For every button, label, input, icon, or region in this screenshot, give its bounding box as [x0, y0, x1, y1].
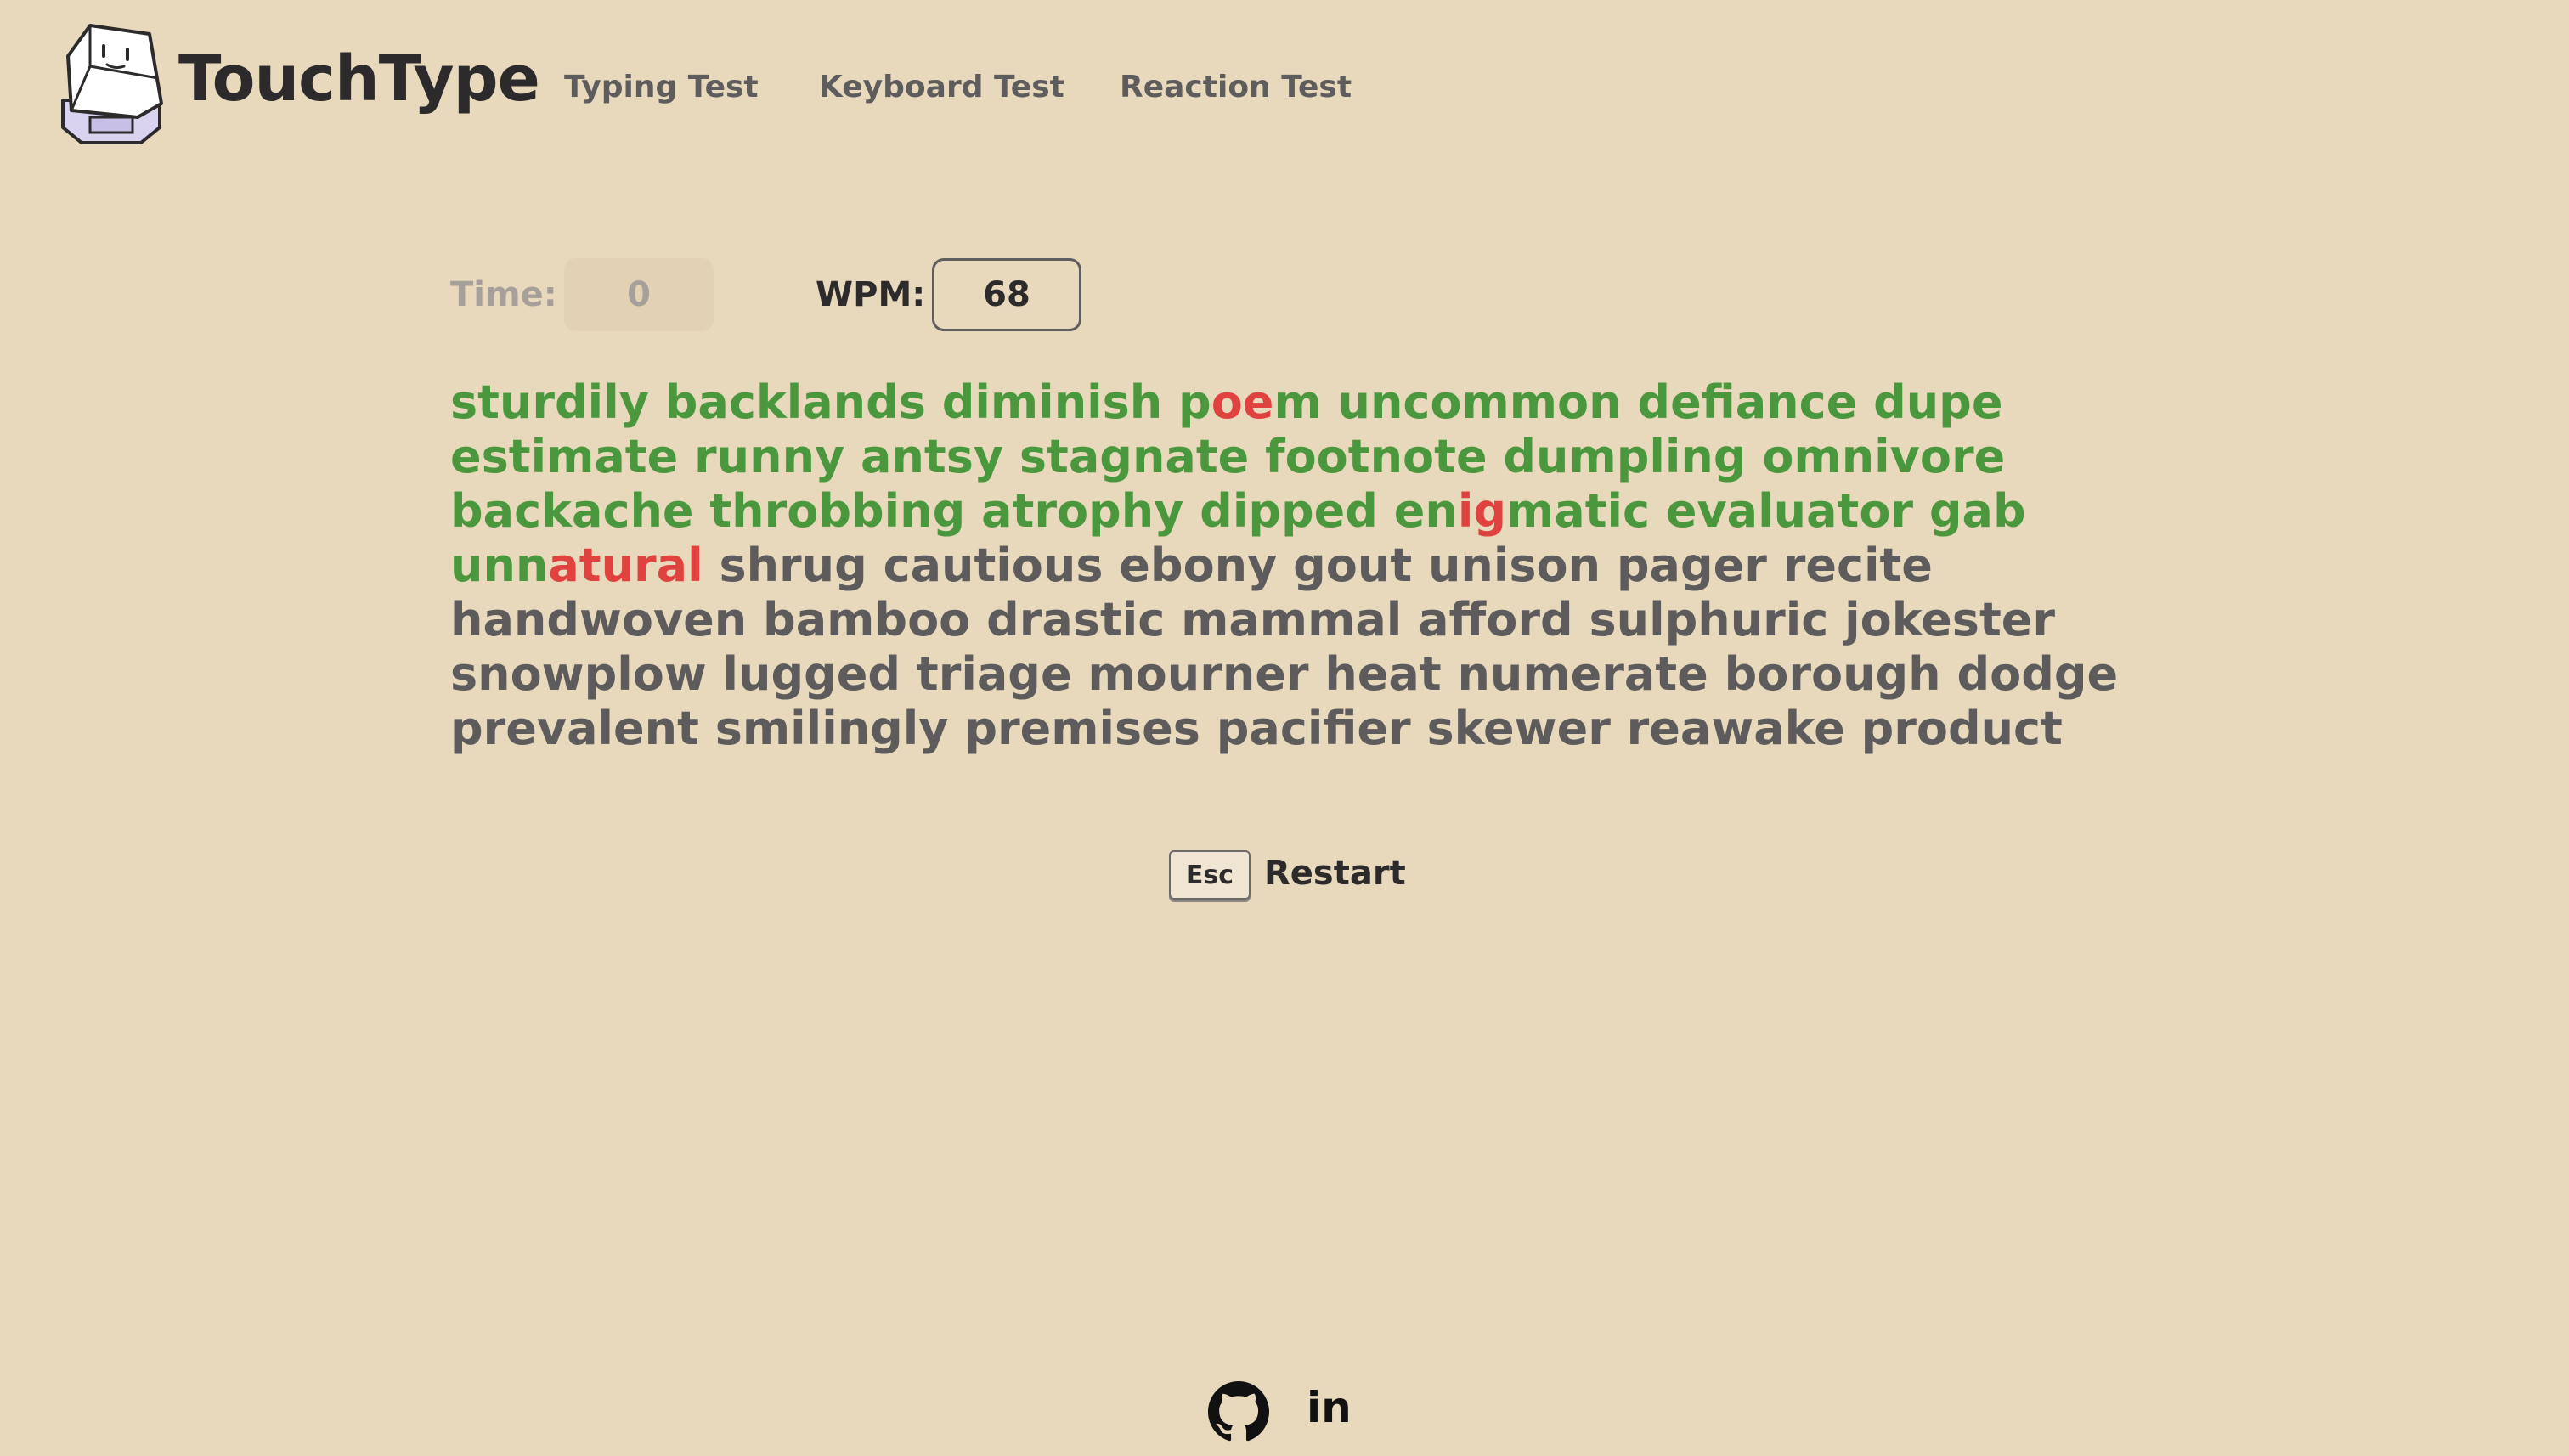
time-value: 0 [564, 258, 714, 331]
word: unnatural [450, 539, 703, 592]
correct-chars: unn [450, 539, 549, 592]
word-line: snowplow lugged triage mourner heat nume… [450, 647, 2149, 702]
word: gout [1293, 539, 1413, 592]
typing-test-page: TouchType Typing Test Keyboard Test Reac… [0, 0, 2569, 1456]
word: premises [964, 702, 1200, 755]
correct-chars: p [1178, 375, 1211, 429]
correct-chars: m [1273, 375, 1322, 429]
word: drastic [986, 593, 1166, 646]
nav-keyboard-test[interactable]: Keyboard Test [819, 70, 1064, 104]
word: runny [694, 430, 845, 483]
word: dupe [1873, 375, 2003, 429]
word: cautious [883, 539, 1104, 592]
word: pacifier [1216, 702, 1411, 755]
word: skewer [1426, 702, 1611, 755]
linkedin-icon[interactable]: in [1307, 1383, 1352, 1432]
word: handwoven [450, 593, 748, 646]
word: defiance [1637, 375, 1858, 429]
word: mourner [1087, 647, 1309, 701]
word: ebony [1119, 539, 1278, 592]
word: evaluator [1665, 484, 1914, 538]
word: unison [1427, 539, 1601, 592]
nav-typing-test[interactable]: Typing Test [564, 70, 759, 104]
keycap-logo-icon[interactable] [56, 22, 167, 146]
word: antsy [861, 430, 1004, 483]
word: atrophy [981, 484, 1184, 538]
word-line: handwoven bamboo drastic mammal afford s… [450, 593, 2149, 647]
word: numerate [1457, 647, 1708, 701]
word: jokester [1844, 593, 2056, 646]
word: throbbing [709, 484, 966, 538]
word: recite [1782, 539, 1933, 592]
word: mammal [1181, 593, 1403, 646]
word: product [1860, 702, 2063, 755]
esc-key-button[interactable]: Esc [1169, 850, 1251, 900]
word: enigmatic [1394, 484, 1650, 538]
word: dodge [1956, 647, 2119, 701]
word: lugged [722, 647, 901, 701]
word: borough [1724, 647, 1941, 701]
word: sulphuric [1589, 593, 1829, 646]
word: poem [1178, 375, 1322, 429]
word: dipped [1200, 484, 1378, 538]
word: footnote [1265, 430, 1488, 483]
word: bamboo [763, 593, 971, 646]
github-icon[interactable] [1208, 1381, 1269, 1442]
word: backlands [664, 375, 926, 429]
correct-chars: matic [1506, 484, 1651, 538]
word: stagnate [1019, 430, 1250, 483]
word: prevalent [450, 702, 699, 755]
word-line: prevalent smilingly premises pacifier sk… [450, 702, 2149, 756]
word-line: estimate runny antsy stagnate footnote d… [450, 430, 2149, 484]
word: smilingly [714, 702, 949, 755]
word-line: unnatural shrug cautious ebony gout unis… [450, 539, 2149, 593]
word: afford [1418, 593, 1573, 646]
word: shrug [719, 539, 867, 592]
word: snowplow [450, 647, 707, 701]
wpm-value: 68 [932, 258, 1081, 331]
word: reawake [1626, 702, 1845, 755]
word: backache [450, 484, 694, 538]
word: diminish [941, 375, 1163, 429]
word: estimate [450, 430, 679, 483]
word: sturdily [450, 375, 649, 429]
word-line: sturdily backlands diminish poem uncommo… [450, 375, 2149, 430]
correct-chars: en [1393, 484, 1458, 538]
word: heat [1324, 647, 1442, 701]
brand-title[interactable]: TouchType [178, 42, 540, 116]
incorrect-chars: oe [1211, 375, 1274, 429]
incorrect-chars: atural [548, 539, 703, 592]
word-line: backache throbbing atrophy dipped enigma… [450, 484, 2149, 539]
word: triage [916, 647, 1072, 701]
time-label: Time: [450, 275, 557, 314]
incorrect-chars: ig [1457, 484, 1506, 538]
word: omnivore [1762, 430, 2006, 483]
word: pager [1616, 539, 1767, 592]
wpm-label: WPM: [816, 275, 926, 314]
word: dumpling [1503, 430, 1747, 483]
restart-button[interactable]: Restart [1264, 854, 1406, 893]
word: gab [1928, 484, 2026, 538]
nav-reaction-test[interactable]: Reaction Test [1120, 70, 1352, 104]
typing-words-area[interactable]: sturdily backlands diminish poem uncommo… [450, 375, 2149, 756]
word: uncommon [1337, 375, 1622, 429]
